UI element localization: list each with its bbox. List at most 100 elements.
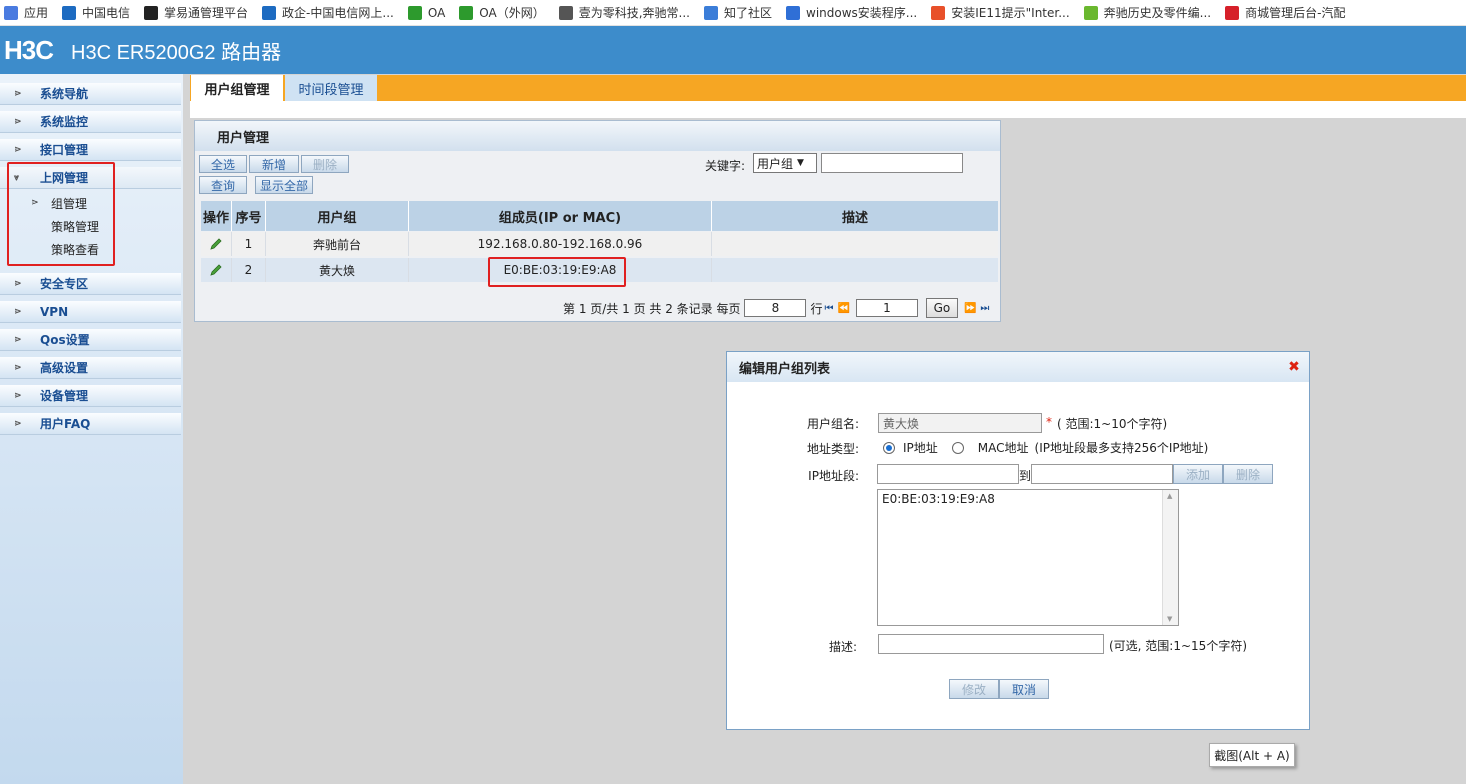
pager-summary: 第 1 页/共 1 页 共 2 条记录 每页 xyxy=(563,301,741,316)
group-name-input[interactable]: 黄大焕 xyxy=(878,413,1042,433)
ip-end-input[interactable] xyxy=(1031,464,1173,484)
col-action: 操作 xyxy=(201,201,232,231)
query-button[interactable]: 查询 xyxy=(199,176,247,194)
col-group: 用户组 xyxy=(266,201,409,231)
expand-arrow-icon: ⋗ xyxy=(14,88,22,99)
go-button[interactable]: Go xyxy=(925,298,958,318)
pagination: 第 1 页/共 1 页 共 2 条记录 每页 8 行 ⏮ ⏪ 1 Go ⏩ ⏭ xyxy=(563,298,991,318)
user-management-panel: 用户管理 全选 新增 删除 查询 显示全部 关键字: 用户组 ▼ 操作 序号 用户… xyxy=(194,120,1001,322)
bookmark-item[interactable]: windows安装程序... xyxy=(786,4,917,21)
bookmark-favicon-icon xyxy=(407,5,422,20)
radio-ip[interactable] xyxy=(883,441,895,454)
row-desc xyxy=(712,232,998,256)
bookmark-item[interactable]: 掌易通管理平台 xyxy=(144,4,248,21)
row-index: 2 xyxy=(232,258,266,282)
first-page-icon[interactable]: ⏮ xyxy=(824,303,833,314)
next-page-icon[interactable]: ⏩ xyxy=(964,303,976,314)
bookmark-item[interactable]: 安装IE11提示"Inter... xyxy=(931,4,1070,21)
col-index: 序号 xyxy=(232,201,266,231)
bookmark-item[interactable]: 知了社区 xyxy=(704,4,772,21)
bookmark-item[interactable]: 政企-中国电信网上... xyxy=(262,4,394,21)
bookmark-favicon-icon xyxy=(459,5,474,20)
sidebar-item-device[interactable]: ⋗ 设备管理 xyxy=(0,385,181,407)
to-label: 到 xyxy=(1019,469,1032,483)
bookmark-item[interactable]: 壹为零科技,奔驰常... xyxy=(558,4,690,21)
description-label: 描述: xyxy=(828,640,857,654)
per-page-input[interactable]: 8 xyxy=(744,299,807,317)
sidebar-item-qos[interactable]: ⋗ Qos设置 xyxy=(0,329,181,351)
tab-content-strip xyxy=(190,101,1466,118)
bookmark-favicon-icon xyxy=(931,5,946,20)
keyword-select[interactable]: 用户组 ▼ xyxy=(753,153,817,173)
radio-mac[interactable] xyxy=(951,441,964,454)
edit-user-group-dialog: 编辑用户组列表 ✖ 用户组名: 黄大焕 * ( 范围:1~10个字符) 地址类型… xyxy=(726,351,1310,730)
delete-range-button[interactable]: 删除 xyxy=(1223,464,1273,484)
bookmark-favicon-icon xyxy=(786,5,801,20)
sidebar-item-advanced[interactable]: ⋗ 高级设置 xyxy=(0,357,181,379)
expand-arrow-icon: ⋗ xyxy=(14,418,22,429)
bookmark-favicon-icon xyxy=(1083,5,1098,20)
keyword-input[interactable] xyxy=(821,153,963,173)
expand-arrow-icon: ⋗ xyxy=(14,116,22,127)
expand-arrow-icon: ⋗ xyxy=(14,144,22,155)
modify-button[interactable]: 修改 xyxy=(949,679,999,699)
address-type-group: IP地址 MAC地址 (IP地址段最多支持256个IP地址) xyxy=(883,439,1208,456)
bookmark-item[interactable]: 应用 xyxy=(4,4,48,21)
select-all-button[interactable]: 全选 xyxy=(199,155,247,173)
sidebar-item-system-nav[interactable]: ⋗ 系统导航 xyxy=(0,83,181,105)
last-page-icon[interactable]: ⏭ xyxy=(980,303,989,314)
close-icon[interactable]: ✖ xyxy=(1287,360,1301,374)
bookmark-item[interactable]: 中国电信 xyxy=(62,4,130,21)
sidebar-item-interface[interactable]: ⋗ 接口管理 xyxy=(0,139,181,161)
show-all-button[interactable]: 显示全部 xyxy=(255,176,313,194)
ip-start-input[interactable] xyxy=(877,464,1019,484)
scrollbar[interactable]: ▲ ▼ xyxy=(1162,490,1178,625)
row-desc xyxy=(712,258,998,282)
description-hint: (可选, 范围:1~15个字符) xyxy=(1109,639,1247,653)
page-input[interactable]: 1 xyxy=(855,299,918,317)
expand-arrow-icon: ⋗ xyxy=(14,334,22,345)
sidebar-item-security[interactable]: ⋗ 安全专区 xyxy=(0,273,181,295)
group-name-label: 用户组名: xyxy=(806,417,859,431)
group-name-hint: ( 范围:1~10个字符) xyxy=(1057,417,1168,431)
table-header: 操作 序号 用户组 组成员(IP or MAC) 描述 xyxy=(201,201,998,231)
tab-time-range[interactable]: 时间段管理 xyxy=(285,75,377,101)
sidebar-item-system-monitor[interactable]: ⋗ 系统监控 xyxy=(0,111,181,133)
add-button[interactable]: 新增 xyxy=(249,155,299,173)
prev-page-icon[interactable]: ⏪ xyxy=(837,303,849,314)
bookmark-item[interactable]: OA（外网） xyxy=(459,4,545,21)
expand-arrow-icon: ⋗ xyxy=(14,306,22,317)
edit-pencil-icon[interactable] xyxy=(201,258,232,282)
ip-range-label: IP地址段: xyxy=(808,469,859,483)
address-type-label: 地址类型: xyxy=(806,442,859,456)
radio-mac-label: MAC地址 xyxy=(977,441,1029,455)
tab-user-group[interactable]: 用户组管理 xyxy=(191,75,283,101)
cancel-button[interactable]: 取消 xyxy=(999,679,1049,699)
delete-button[interactable]: 删除 xyxy=(301,155,349,173)
bookmark-favicon-icon xyxy=(704,5,718,20)
description-input[interactable] xyxy=(878,634,1104,654)
bookmark-favicon-icon xyxy=(144,5,159,20)
sidebar-item-faq[interactable]: ⋗ 用户FAQ xyxy=(0,413,181,435)
list-item[interactable]: E0:BE:03:19:E9:A8 xyxy=(882,492,1174,506)
row-members: 192.168.0.80-192.168.0.96 xyxy=(409,232,712,256)
member-listbox[interactable]: E0:BE:03:19:E9:A8 ▲ ▼ xyxy=(877,489,1179,626)
sidebar-item-vpn[interactable]: ⋗ VPN xyxy=(0,301,181,323)
app-header: H3C H3C ER5200G2 路由器 xyxy=(0,26,1466,74)
edit-pencil-icon[interactable] xyxy=(201,232,232,256)
scroll-up-icon[interactable]: ▲ xyxy=(1167,492,1172,500)
bookmark-item[interactable]: OA xyxy=(407,5,445,20)
highlight-box xyxy=(7,162,115,266)
screenshot-tooltip: 截图(Alt + A) xyxy=(1209,743,1295,767)
bookmark-item[interactable]: 商城管理后台-汽配 xyxy=(1225,4,1345,21)
expand-arrow-icon: ⋗ xyxy=(14,390,22,401)
h3c-logo: H3C xyxy=(4,34,54,65)
address-type-hint: (IP地址段最多支持256个IP地址) xyxy=(1034,441,1209,455)
panel-title: 用户管理 xyxy=(195,121,1000,151)
bookmark-favicon-icon xyxy=(4,5,18,20)
add-range-button[interactable]: 添加 xyxy=(1173,464,1223,484)
scroll-down-icon[interactable]: ▼ xyxy=(1167,615,1172,623)
keyword-label: 关键字: xyxy=(705,159,746,173)
row-group: 奔驰前台 xyxy=(266,232,409,256)
bookmark-item[interactable]: 奔驰历史及零件编... xyxy=(1083,4,1211,21)
